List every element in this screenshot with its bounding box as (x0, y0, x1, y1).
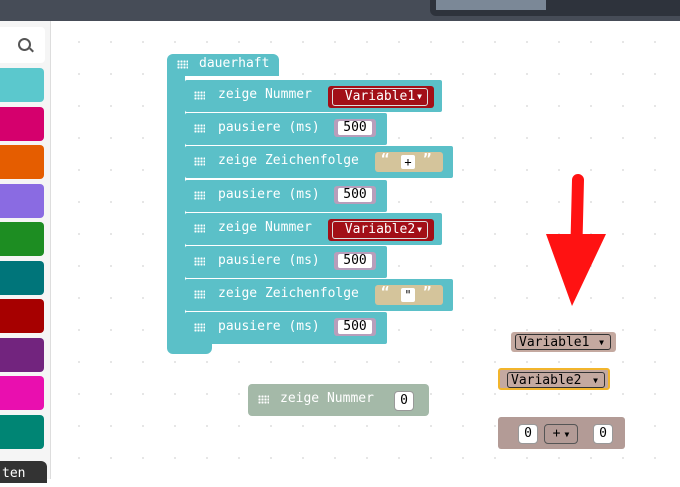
variable-reporter[interactable]: Variable1 ▼ (328, 86, 434, 108)
string-value-box[interactable]: + (401, 155, 415, 170)
close-quote-icon: ” (423, 152, 432, 169)
program-row-4[interactable]: pausiere (ms) 500 (185, 179, 387, 212)
program-row-5[interactable]: zeige Nummer Variable2 ▼ (185, 212, 442, 245)
red-arrow-annotation (546, 174, 606, 306)
toolbox-category-3[interactable] (0, 145, 44, 179)
math-operator-dropdown[interactable]: + ▼ (544, 424, 578, 444)
ghost-number-value: 0 (400, 393, 408, 408)
math-right-input[interactable]: 0 (593, 424, 613, 444)
grid-icon (194, 157, 205, 167)
grid-icon (194, 290, 205, 300)
grid-icon (194, 223, 205, 233)
pause-ms-value-box: 500 (338, 319, 372, 335)
search-icon (18, 38, 31, 51)
bottom-tab[interactable]: ten (0, 461, 47, 483)
variable1-dropdown[interactable]: Variable1 ▼ (515, 334, 611, 350)
chevron-down-icon: ▼ (417, 92, 422, 101)
top-bar (0, 0, 680, 21)
math-plus-block[interactable]: 0 + ▼ 0 (498, 417, 625, 449)
program-row-8[interactable]: pausiere (ms) 500 (185, 312, 387, 345)
variable-dropdown[interactable]: Variable1 ▼ (332, 88, 428, 106)
ghost-number-input[interactable]: 0 (394, 391, 414, 411)
grid-icon (194, 124, 205, 134)
pause-ms-value: 500 (343, 120, 367, 136)
grid-icon (194, 190, 205, 200)
pause-ms-input[interactable]: 500 (334, 318, 376, 337)
ghost-show-number-block[interactable]: zeige Nummer 0 (248, 384, 429, 416)
program-row-6[interactable]: pausiere (ms) 500 (185, 246, 387, 278)
chevron-down-icon: ▼ (417, 224, 422, 234)
pause-ms-input[interactable]: 500 (334, 119, 376, 138)
grid-icon (177, 60, 188, 69)
row-label: pausiere (ms) (218, 186, 320, 202)
forever-hat[interactable]: dauerhaft (167, 54, 279, 76)
pause-ms-value: 500 (343, 186, 367, 202)
pause-ms-input[interactable]: 500 (334, 185, 376, 204)
program-row-1[interactable]: zeige Nummer Variable1 ▼ (185, 80, 442, 112)
forever-label: dauerhaft (199, 56, 270, 71)
variable2-label: Variable2 (511, 373, 582, 388)
chevron-down-icon: ▼ (564, 430, 570, 439)
variable-name: Variable2 (344, 221, 416, 237)
row-label: pausiere (ms) (218, 120, 320, 136)
math-left-input[interactable]: 0 (518, 424, 538, 444)
toolbox-category-10[interactable] (0, 414, 44, 449)
row-label: pausiere (ms) (218, 319, 320, 335)
close-quote-icon: ” (423, 285, 432, 302)
string-value: " (404, 288, 412, 303)
program-row-3[interactable]: zeige Zeichenfolge “ + ” (185, 146, 453, 179)
pause-ms-value-box: 500 (338, 120, 372, 136)
toolbox-category-1[interactable] (0, 68, 44, 102)
program-row-2[interactable]: pausiere (ms) 500 (185, 113, 387, 146)
math-left-value: 0 (524, 426, 532, 441)
row-label: pausiere (ms) (218, 253, 320, 268)
grid-icon (194, 257, 205, 266)
row-label: zeige Zeichenfolge (218, 286, 359, 302)
toolbox-category-4[interactable] (0, 183, 44, 218)
grid-icon (258, 395, 269, 404)
math-right-value: 0 (599, 426, 607, 441)
row-label: zeige Nummer (218, 87, 312, 102)
pause-ms-value: 500 (343, 319, 367, 335)
chevron-down-icon: ▼ (593, 376, 598, 385)
toolbox-category-8[interactable] (0, 337, 44, 372)
toolbox-category-9[interactable] (0, 376, 44, 410)
math-operator-label: + (552, 426, 561, 441)
row-label: zeige Nummer (218, 219, 312, 235)
variable1-label: Variable1 (519, 335, 590, 350)
grid-icon (194, 91, 205, 100)
forever-spine (167, 76, 185, 352)
variable1-reporter[interactable]: Variable1 ▼ (511, 332, 616, 352)
chevron-down-icon: ▼ (599, 338, 604, 347)
pause-ms-value-box: 500 (338, 186, 372, 202)
toolbox-category-5[interactable] (0, 222, 44, 256)
variable-reporter[interactable]: Variable2 ▼ (328, 218, 434, 241)
toolbox-search[interactable] (0, 27, 45, 63)
string-value-box[interactable]: " (401, 288, 415, 303)
pause-ms-value: 500 (343, 253, 367, 268)
row-label: zeige Zeichenfolge (218, 153, 359, 169)
variable-name: Variable1 (344, 89, 416, 104)
ghost-block-label: zeige Nummer (280, 391, 374, 406)
open-quote-icon: “ (381, 285, 390, 302)
pause-ms-value-box: 500 (338, 254, 372, 268)
string-literal[interactable]: “ " ” (375, 285, 443, 306)
top-bar-pill-segment (436, 0, 546, 10)
toolbox-category-6[interactable] (0, 260, 44, 295)
pause-ms-input[interactable]: 500 (334, 252, 376, 270)
toolbox-category-2[interactable] (0, 106, 44, 141)
string-value: + (404, 155, 412, 170)
variable-dropdown[interactable]: Variable2 ▼ (332, 220, 428, 239)
open-quote-icon: “ (381, 152, 390, 169)
toolbox-category-7[interactable] (0, 299, 44, 333)
variable2-dropdown[interactable]: Variable2 ▼ (507, 372, 605, 388)
variable2-reporter[interactable]: Variable2 ▼ (498, 368, 610, 390)
program-row-7[interactable]: zeige Zeichenfolge “ " ” (185, 279, 453, 312)
string-literal[interactable]: “ + ” (375, 152, 443, 173)
grid-icon (194, 323, 205, 333)
